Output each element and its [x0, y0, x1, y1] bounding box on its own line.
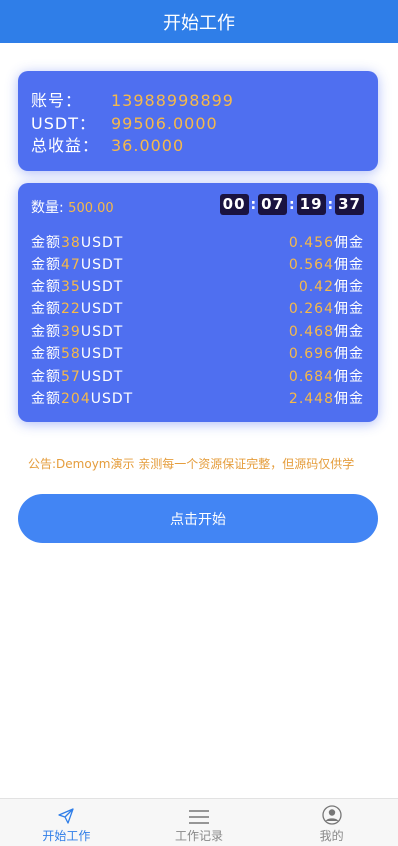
list-item: 金额22USDT 0.264佣金 [31, 297, 364, 319]
row-unit: USDT [90, 391, 134, 407]
list-item: 金额204USDT 2.448佣金 [31, 387, 364, 409]
row-amount: 58 [61, 346, 81, 362]
list-item: 金额57USDT 0.684佣金 [31, 365, 364, 387]
earnings-label: 总收益： [31, 136, 100, 155]
row-prefix: 金额 [31, 324, 61, 340]
row-suffix: 佣金 [334, 369, 364, 385]
row-amount: 22 [61, 301, 81, 317]
row-commission: 0.564 [288, 257, 334, 273]
timer-separator: : [289, 196, 295, 213]
row-unit: USDT [80, 279, 124, 295]
account-label: 账号： [31, 91, 83, 110]
tab-label: 我的 [319, 829, 344, 843]
row-prefix: 金额 [31, 369, 61, 385]
row-suffix: 佣金 [334, 391, 364, 407]
row-prefix: 金额 [31, 391, 61, 407]
timer-days: 00 [219, 194, 249, 215]
account-card: 账号： 13988998899 USDT： 99506.0000 总收益： 36.00… [18, 71, 378, 171]
work-card: 数量: 500.00 00 : 07 : 19 : 37 金额38USDT 0.4… [18, 183, 378, 422]
row-prefix: 金额 [31, 346, 61, 362]
row-commission: 0.684 [288, 369, 334, 385]
paper-plane-icon [58, 808, 74, 824]
row-unit: USDT [80, 346, 124, 362]
notice-marquee: 公告:Demoym演示 亲测每一个资源保证完整，但源码仅供学 [28, 457, 355, 471]
usdt-label: USDT： [31, 114, 96, 133]
row-amount: 39 [61, 324, 81, 340]
list-item: 金额38USDT 0.456佣金 [31, 231, 364, 253]
list-item: 金额35USDT 0.42佣金 [31, 275, 364, 297]
row-unit: USDT [80, 235, 124, 251]
page-title: 开始工作 [0, 0, 398, 43]
row-amount: 204 [61, 391, 91, 407]
row-prefix: 金额 [31, 279, 61, 295]
row-unit: USDT [80, 324, 124, 340]
tab-start-work[interactable]: 开始工作 [0, 799, 133, 846]
row-prefix: 金额 [31, 235, 61, 251]
row-amount: 57 [61, 369, 81, 385]
list-item: 金额39USDT 0.468佣金 [31, 320, 364, 342]
start-button[interactable]: 点击开始 [18, 494, 378, 543]
account-row: 账号： 13988998899 [31, 87, 234, 111]
usdt-value: 99506.0000 [111, 114, 218, 133]
tab-mine[interactable]: 我的 [265, 799, 398, 846]
row-commission: 0.696 [288, 346, 334, 362]
earnings-value: 36.0000 [111, 136, 185, 155]
tab-work-records[interactable]: 工作记录 [133, 799, 266, 846]
row-suffix: 佣金 [334, 279, 364, 295]
row-prefix: 金额 [31, 301, 61, 317]
quantity-label: 数量: [31, 200, 64, 216]
tab-label: 开始工作 [42, 829, 91, 843]
row-commission: 0.456 [288, 235, 334, 251]
list-item: 金额58USDT 0.696佣金 [31, 342, 364, 364]
user-icon [322, 805, 342, 825]
list-icon [189, 810, 209, 824]
row-commission: 2.448 [288, 391, 334, 407]
list-item: 金额47USDT 0.564佣金 [31, 253, 364, 275]
timer-seconds: 37 [335, 194, 364, 215]
usdt-row: USDT： 99506.0000 [31, 110, 218, 134]
row-commission: 0.264 [288, 301, 334, 317]
row-suffix: 佣金 [334, 235, 364, 251]
row-unit: USDT [80, 369, 124, 385]
row-amount: 35 [61, 279, 81, 295]
quantity: 数量: 500.00 [31, 197, 114, 217]
quantity-value: 500.00 [68, 201, 114, 216]
row-commission: 0.468 [288, 324, 334, 340]
row-commission: 0.42 [298, 279, 334, 295]
row-amount: 38 [61, 235, 81, 251]
row-suffix: 佣金 [334, 301, 364, 317]
bottom-tab-bar: 开始工作 工作记录 我的 [0, 798, 398, 846]
row-suffix: 佣金 [334, 324, 364, 340]
account-value: 13988998899 [111, 91, 234, 110]
tab-label: 工作记录 [175, 829, 224, 843]
row-amount: 47 [61, 257, 81, 273]
row-suffix: 佣金 [334, 346, 364, 362]
timer-hours: 07 [258, 194, 288, 215]
timer-separator: : [250, 196, 257, 213]
countdown-timer: 00 : 07 : 19 : 37 [219, 194, 364, 215]
timer-minutes: 19 [296, 194, 326, 215]
timer-separator: : [327, 196, 334, 213]
row-unit: USDT [80, 257, 124, 273]
row-unit: USDT [80, 301, 124, 317]
row-suffix: 佣金 [334, 257, 364, 273]
earnings-row: 总收益： 36.0000 [31, 132, 184, 156]
row-prefix: 金额 [31, 257, 61, 273]
